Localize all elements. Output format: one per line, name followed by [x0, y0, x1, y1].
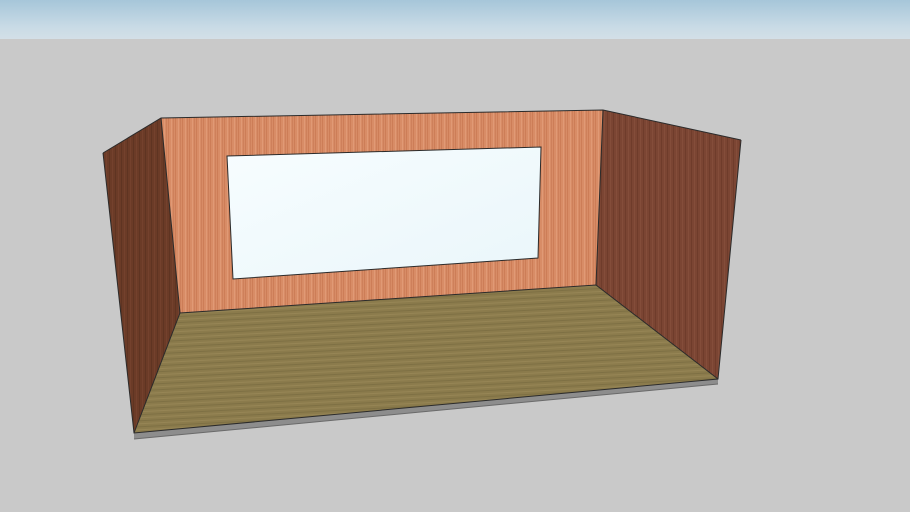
room-model[interactable] — [0, 0, 910, 512]
3d-viewport[interactable] — [0, 0, 910, 512]
screen-panel[interactable] — [227, 147, 541, 279]
